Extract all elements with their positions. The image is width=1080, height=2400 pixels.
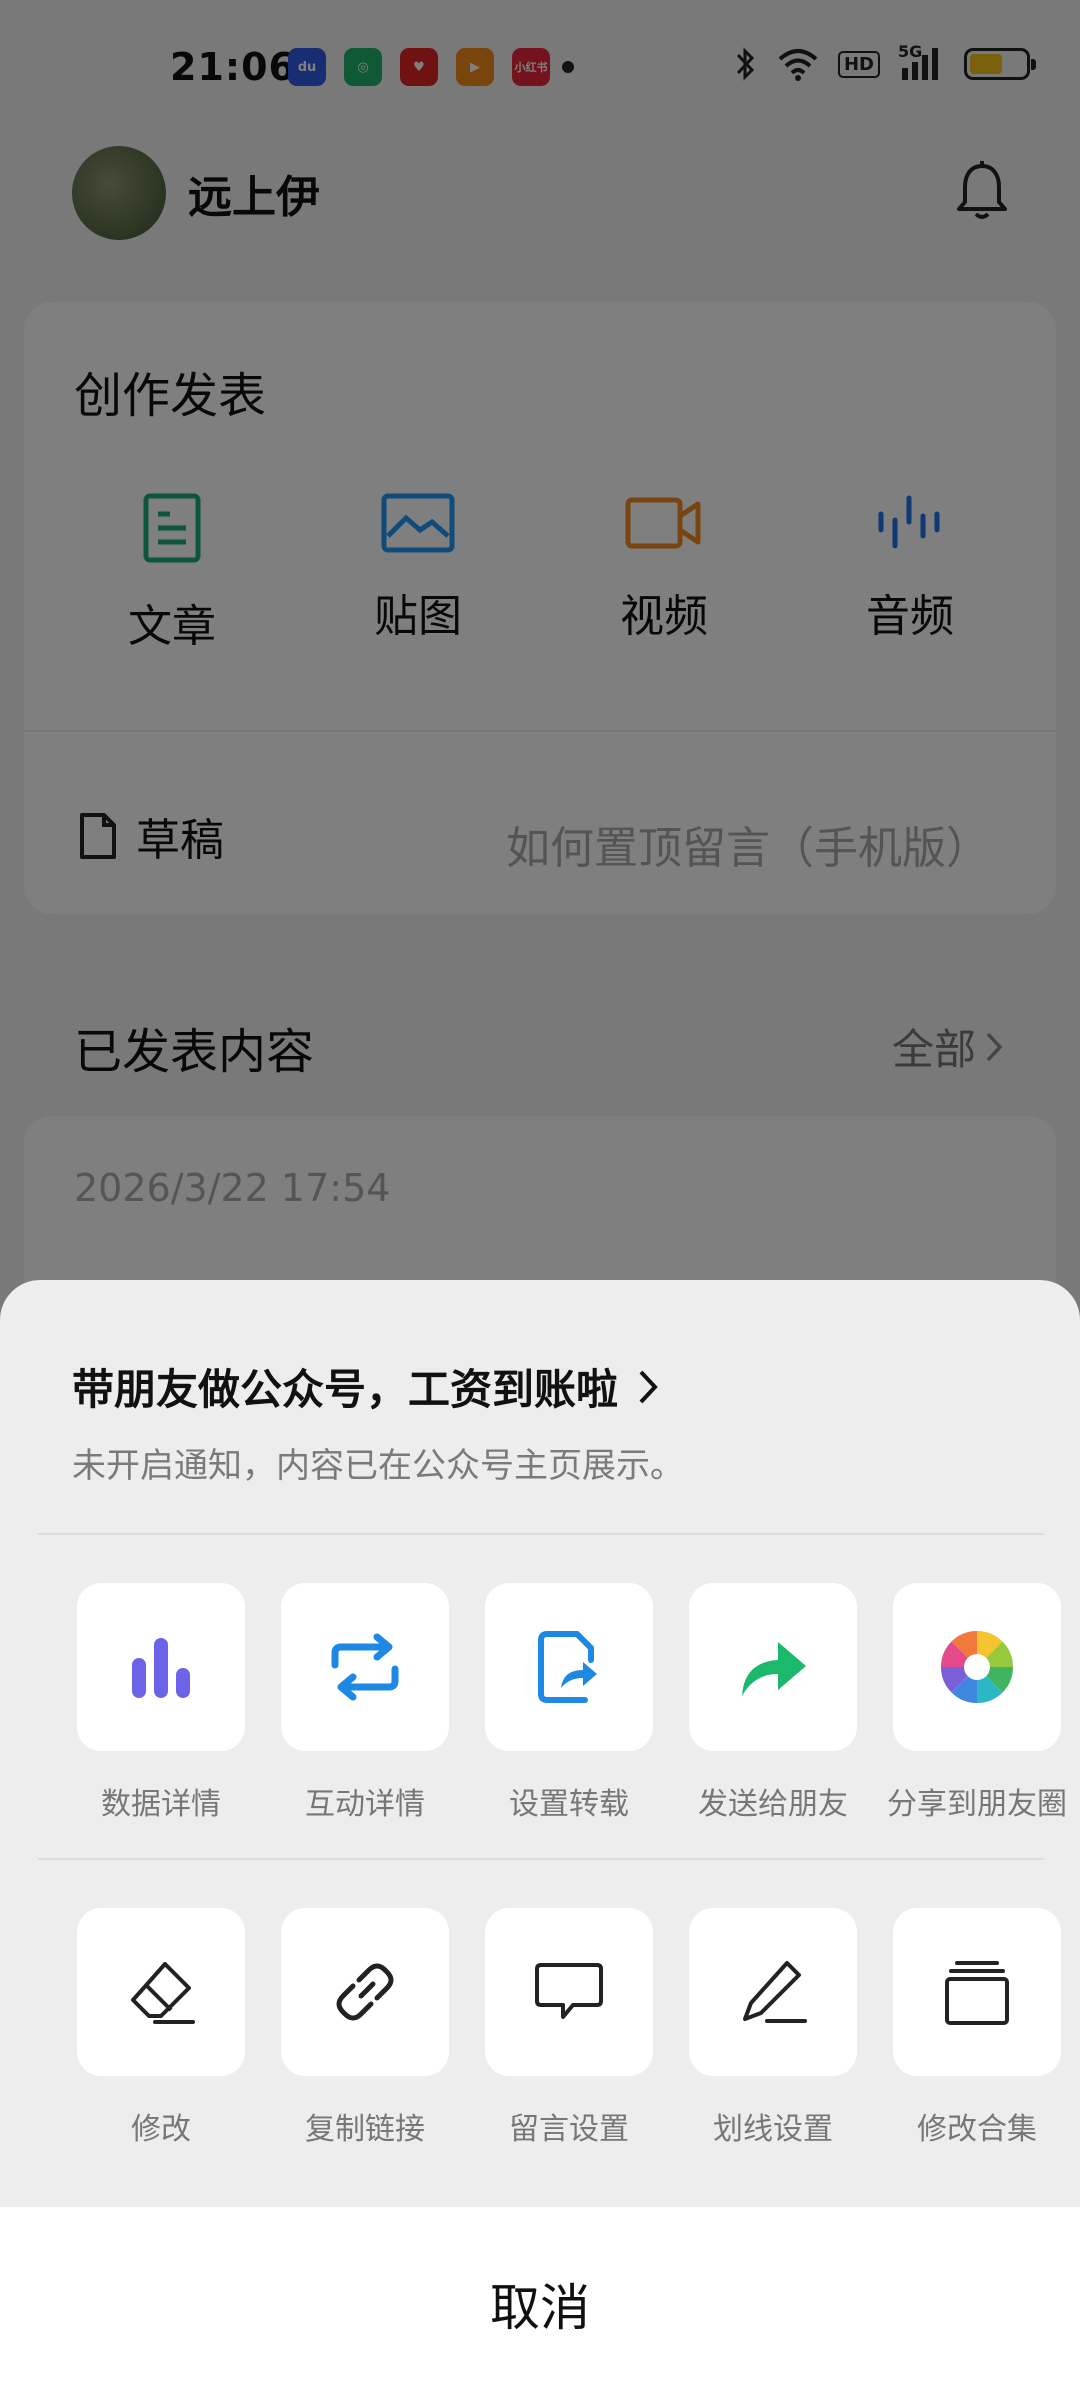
- interaction-details-button[interactable]: 互动详情: [263, 1583, 467, 1823]
- interaction-details-tile[interactable]: [281, 1583, 449, 1751]
- edit-collection-button[interactable]: 修改合集: [875, 1908, 1079, 2148]
- moments-aperture-icon: [940, 1630, 1014, 1704]
- cancel-label: 取消: [490, 2278, 590, 2337]
- comment-settings-button[interactable]: 留言设置: [467, 1908, 671, 2148]
- send-to-friend-label: 发送给朋友: [698, 1787, 848, 1822]
- repost-settings-label: 设置转载: [509, 1787, 629, 1822]
- repost-settings-button[interactable]: 设置转载: [467, 1583, 671, 1823]
- edit-tile[interactable]: [77, 1908, 245, 2076]
- cancel-button[interactable]: 取消: [0, 2207, 1080, 2400]
- comment-bubble-icon: [535, 1963, 603, 2019]
- share-actions-row: 数据详情 互动详情 设置转载 发送给朋友 分享到朋友圈: [0, 1583, 1080, 1823]
- repost-document-icon: [538, 1631, 597, 1703]
- send-to-friend-tile[interactable]: [689, 1583, 857, 1751]
- underline-settings-label: 划线设置: [713, 2112, 833, 2147]
- divider: [38, 1533, 1044, 1535]
- notice-text: 未开启通知，内容已在公众号主页展示。: [72, 1446, 684, 1486]
- promo-title: 带朋友做公众号，工资到账啦: [72, 1365, 619, 1414]
- copy-link-button[interactable]: 复制链接: [263, 1908, 467, 2148]
- share-to-moments-button[interactable]: 分享到朋友圈: [875, 1583, 1079, 1823]
- copy-link-tile[interactable]: [281, 1908, 449, 2076]
- edit-button[interactable]: 修改: [59, 1908, 263, 2148]
- underline-settings-button[interactable]: 划线设置: [671, 1908, 875, 2148]
- share-to-moments-tile[interactable]: [893, 1583, 1061, 1751]
- pen-underline-icon: [743, 1961, 807, 2023]
- divider: [38, 1858, 1044, 1860]
- data-details-tile[interactable]: [77, 1583, 245, 1751]
- collection-stack-icon: [945, 1961, 1009, 2025]
- edit-label: 修改: [131, 2112, 191, 2147]
- eraser-icon: [131, 1962, 195, 2024]
- share-to-moments-label: 分享到朋友圈: [887, 1787, 1067, 1822]
- data-details-button[interactable]: 数据详情: [59, 1583, 263, 1823]
- edit-collection-tile[interactable]: [893, 1908, 1061, 2076]
- underline-settings-tile[interactable]: [689, 1908, 857, 2076]
- forward-arrow-icon: [742, 1642, 806, 1696]
- interaction-details-label: 互动详情: [305, 1787, 425, 1822]
- comment-settings-label: 留言设置: [509, 2112, 629, 2147]
- edit-actions-row: 修改 复制链接 留言设置 划线设置 修改合集: [0, 1908, 1080, 2148]
- action-sheet: 带朋友做公众号，工资到账啦 未开启通知，内容已在公众号主页展示。 数据详情 互动…: [0, 1280, 1080, 2400]
- copy-link-label: 复制链接: [305, 2112, 425, 2147]
- comment-settings-tile[interactable]: [485, 1908, 653, 2076]
- repost-settings-tile[interactable]: [485, 1583, 653, 1751]
- chevron-right-icon: [639, 1370, 658, 1403]
- link-icon: [336, 1963, 394, 2021]
- bar-chart-icon: [132, 1638, 190, 1698]
- send-to-friend-button[interactable]: 发送给朋友: [671, 1583, 875, 1823]
- repeat-icon: [331, 1633, 399, 1701]
- data-details-label: 数据详情: [101, 1787, 221, 1822]
- promo-link[interactable]: 带朋友做公众号，工资到账啦: [72, 1356, 660, 1417]
- edit-collection-label: 修改合集: [917, 2112, 1037, 2147]
